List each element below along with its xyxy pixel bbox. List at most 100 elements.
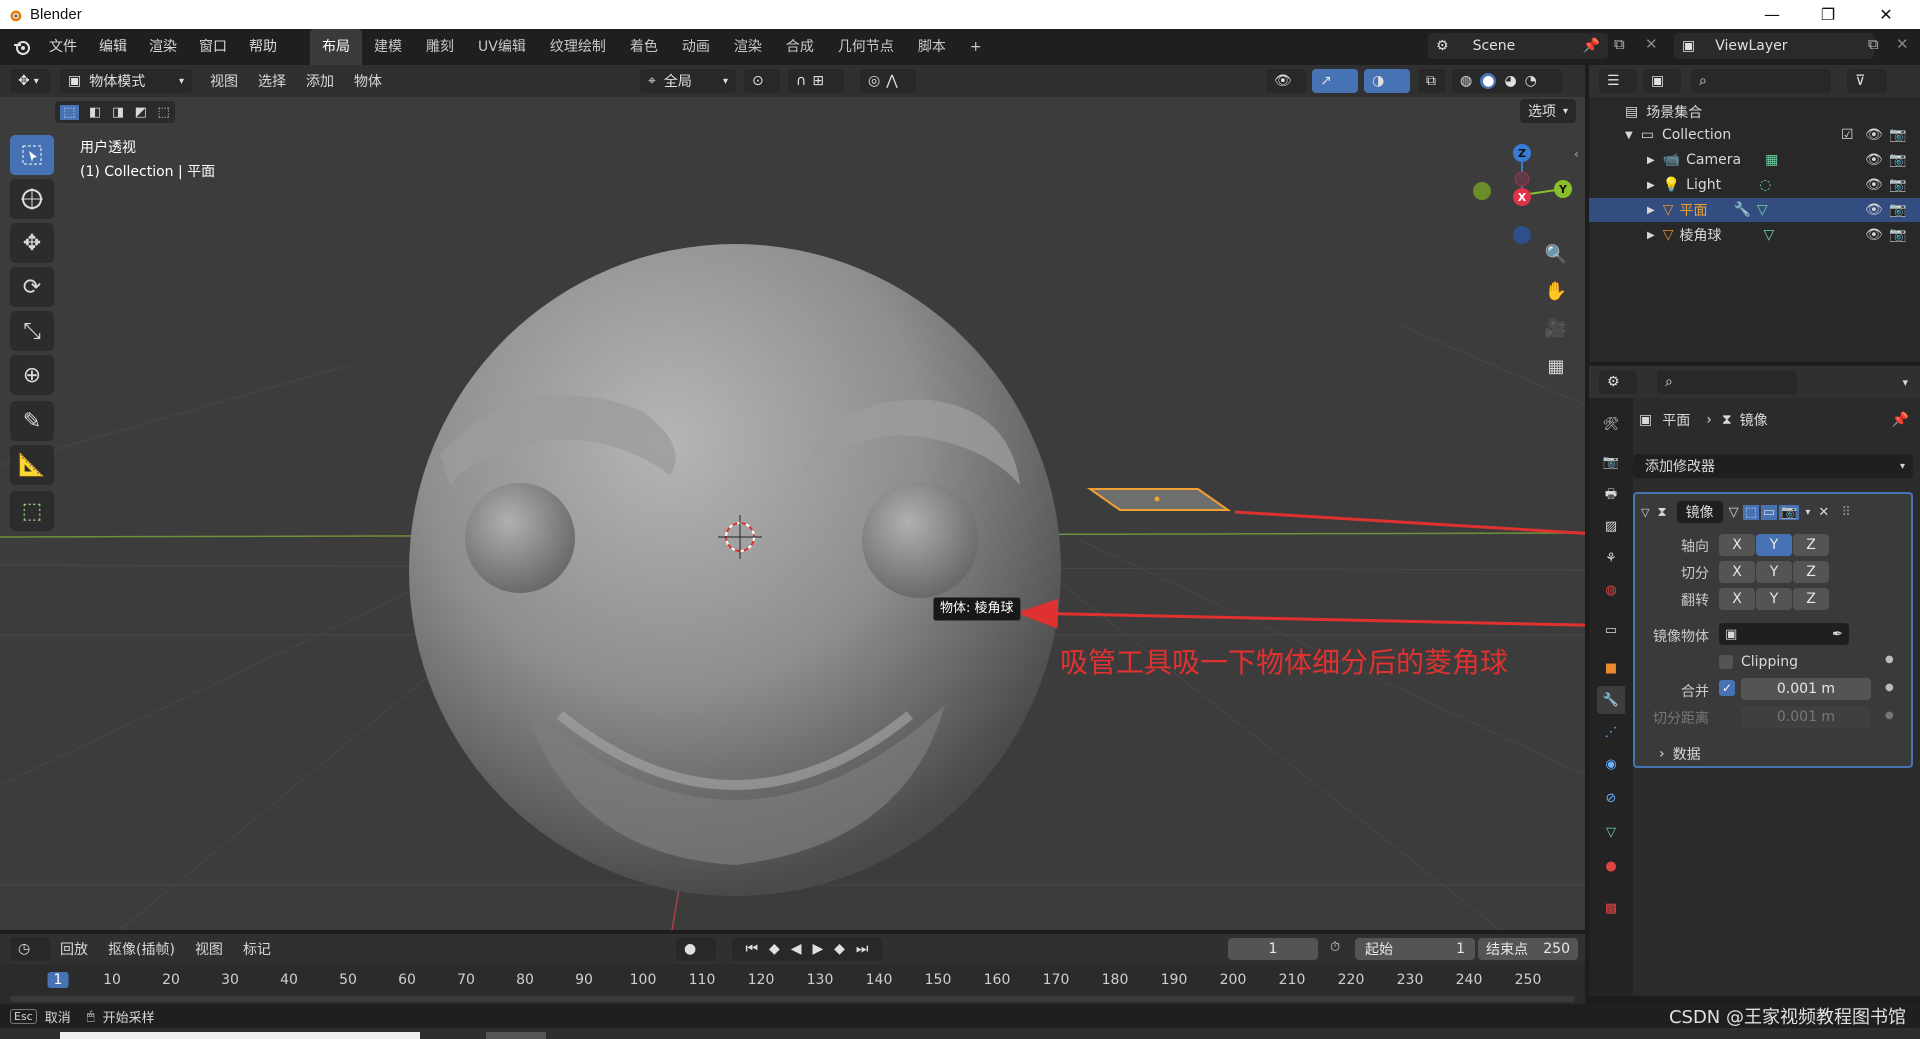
timeline-scrollbar[interactable] — [10, 996, 1575, 1002]
render-camera-icon[interactable]: 📷 — [1779, 504, 1800, 520]
chevron-down-icon[interactable]: ▾ — [1805, 507, 1810, 518]
next-keyframe-icon[interactable]: ◆ — [834, 941, 845, 957]
tab-shading[interactable]: 着色 — [618, 29, 670, 65]
timeline-menu-playback[interactable]: 回放 — [50, 939, 98, 959]
annotate-tool[interactable]: ✎ — [10, 401, 54, 441]
eyedropper-icon[interactable]: ✒ — [1832, 627, 1843, 642]
frame-ruler[interactable]: 1 10 20 30 40 50 60 70 80 90 100 110 120 130 140 150 160… — [0, 964, 1585, 996]
outliner-item-light[interactable]: ▶ 💡 Light ◌ 👁 📷 — [1589, 173, 1920, 197]
axis-x-toggle[interactable]: X — [1719, 534, 1755, 556]
timeline-menu-keying[interactable]: 抠像(插帧) — [98, 939, 185, 959]
render-camera-icon[interactable]: 📷 — [1889, 152, 1906, 168]
solid-shading-icon[interactable]: ● — [1480, 73, 1497, 89]
bisect-distance-field[interactable]: 0.001 m — [1741, 706, 1871, 728]
mirror-object-field[interactable]: ▣ ✒ — [1719, 623, 1849, 645]
render-camera-icon[interactable]: 📷 — [1889, 202, 1906, 218]
jump-start-icon[interactable]: ⏮ — [745, 941, 758, 957]
timeline-editor-type[interactable]: ◷ — [10, 937, 50, 961]
jump-end-icon[interactable]: ⏭ — [856, 941, 869, 957]
menu-file[interactable]: 文件 — [38, 29, 88, 65]
tab-constraints[interactable]: ⊘ — [1597, 784, 1625, 812]
axis-z-toggle[interactable]: Z — [1793, 534, 1829, 556]
move-tool[interactable]: ✥ — [10, 223, 54, 263]
viewport-menu-select[interactable]: 选择 — [248, 71, 296, 91]
keyframe-dot-icon[interactable]: ● — [1885, 710, 1894, 721]
tab-view-layer[interactable]: ▨ — [1597, 512, 1625, 540]
prev-keyframe-icon[interactable]: ◆ — [769, 941, 780, 957]
merge-distance-field[interactable]: 0.001 m — [1741, 678, 1871, 700]
tab-layout[interactable]: 布局 — [310, 29, 362, 65]
cursor-tool[interactable] — [10, 179, 54, 219]
edit-mode-icon[interactable]: ▽ — [1729, 505, 1739, 520]
select-intersect-icon[interactable]: ⬚ — [157, 105, 169, 120]
delete-viewlayer-icon[interactable]: ✕ — [1896, 35, 1909, 53]
expand-chevron-icon[interactable]: ▶ — [1647, 230, 1655, 241]
collapse-chevron-icon[interactable]: ▽ — [1641, 506, 1649, 519]
tab-collection[interactable]: ▭ — [1597, 616, 1625, 644]
menu-render[interactable]: 渲染 — [138, 29, 188, 65]
minimize-button[interactable]: — — [1744, 0, 1800, 29]
add-workspace-button[interactable]: + — [958, 29, 994, 65]
menu-window[interactable]: 窗口 — [188, 29, 238, 65]
tab-texture-paint[interactable]: 纹理绘制 — [538, 29, 618, 65]
expand-chevron-icon[interactable]: ▶ — [1647, 205, 1655, 216]
sidebar-toggle-chevron-icon[interactable]: ‹ — [1574, 147, 1579, 161]
tab-render[interactable]: 📷 — [1597, 448, 1625, 476]
scale-tool[interactable]: ⤡ — [10, 311, 54, 351]
current-frame-field[interactable]: 1 — [1228, 938, 1318, 960]
viewport-menu-object[interactable]: 物体 — [344, 71, 392, 91]
remove-modifier-icon[interactable]: ✕ — [1818, 505, 1829, 520]
tab-texture[interactable]: ▩ — [1597, 894, 1625, 922]
expand-chevron-icon[interactable]: ▶ — [1647, 155, 1655, 166]
end-frame-field[interactable]: 结束点 250 — [1478, 938, 1578, 960]
bisect-x-toggle[interactable]: X — [1719, 561, 1755, 583]
outliner-item-sphere[interactable]: ▶ ▽ 棱角球 ▽ 👁 📷 — [1589, 223, 1920, 247]
clipping-option[interactable]: Clipping — [1719, 652, 1869, 672]
add-cube-tool[interactable]: ⬚ — [10, 491, 54, 531]
viewport-menu-add[interactable]: 添加 — [296, 71, 344, 91]
viewport-menu-view[interactable]: 视图 — [200, 71, 248, 91]
merge-checkbox[interactable]: ✓ — [1719, 680, 1735, 696]
maximize-button[interactable]: ❐ — [1800, 0, 1856, 29]
play-reverse-icon[interactable]: ◀ — [791, 941, 802, 957]
render-camera-icon[interactable]: 📷 — [1889, 227, 1906, 243]
visibility-eye-icon[interactable]: 👁 — [1865, 227, 1883, 243]
keyframe-dot-icon[interactable]: ● — [1885, 682, 1894, 693]
tab-rendering[interactable]: 渲染 — [722, 29, 774, 65]
tab-object[interactable]: ■ — [1597, 654, 1625, 682]
snap-toggle[interactable]: ∩ ⊞ — [788, 69, 844, 93]
menu-edit[interactable]: 编辑 — [88, 29, 138, 65]
tab-uv-editing[interactable]: UV编辑 — [466, 29, 538, 65]
navigation-gizmo[interactable]: Z Y X — [1460, 135, 1585, 255]
expand-chevron-icon[interactable]: ▼ — [1625, 130, 1633, 141]
tab-tool[interactable]: 🛠 — [1597, 410, 1625, 438]
collection-checkbox[interactable]: ☑ — [1841, 127, 1854, 143]
outliner-item-plane[interactable]: ▶ ▽ 平面 🔧 ▽ 👁 📷 — [1589, 198, 1920, 222]
menu-help[interactable]: 帮助 — [238, 29, 288, 65]
render-camera-icon[interactable]: 📷 — [1889, 127, 1906, 143]
timeline-menu-view[interactable]: 视图 — [185, 939, 233, 959]
new-scene-icon[interactable]: ⧉ — [1614, 35, 1625, 53]
pivot-dropdown[interactable]: ⊙ — [744, 69, 780, 93]
tab-sculpting[interactable]: 雕刻 — [414, 29, 466, 65]
select-extend-icon[interactable]: ◧ — [89, 105, 101, 120]
tab-compositing[interactable]: 合成 — [774, 29, 826, 65]
drag-handle-icon[interactable]: ⠿ — [1841, 505, 1851, 520]
bisect-y-toggle[interactable]: Y — [1756, 561, 1792, 583]
delete-scene-icon[interactable]: ✕ — [1645, 35, 1658, 53]
clipping-checkbox[interactable] — [1719, 655, 1733, 669]
visibility-eye-icon[interactable]: 👁 — [1865, 127, 1883, 143]
flip-x-toggle[interactable]: X — [1719, 588, 1755, 610]
data-subpanel-header[interactable]: › 数据 — [1659, 744, 1701, 764]
outliner-scene-collection[interactable]: ▤ 场景集合 — [1589, 100, 1920, 124]
modifier-name-field[interactable]: 镜像 — [1676, 501, 1723, 523]
outliner-item-camera[interactable]: ▶ 📹 Camera ▦ 👁 📷 — [1589, 148, 1920, 172]
select-mode-group[interactable]: ⬚ ◧ ◨ ◩ ⬚ — [55, 101, 175, 123]
tab-physics[interactable]: ◉ — [1597, 750, 1625, 778]
blender-menu-icon[interactable] — [12, 37, 32, 57]
zoom-button[interactable]: 🔍 — [1541, 239, 1571, 269]
tab-animation[interactable]: 动画 — [670, 29, 722, 65]
visibility-dropdown[interactable]: 👁 — [1266, 69, 1306, 93]
material-shading-icon[interactable]: ◕ — [1504, 73, 1516, 89]
keyframe-dot-icon[interactable]: ● — [1885, 654, 1894, 665]
